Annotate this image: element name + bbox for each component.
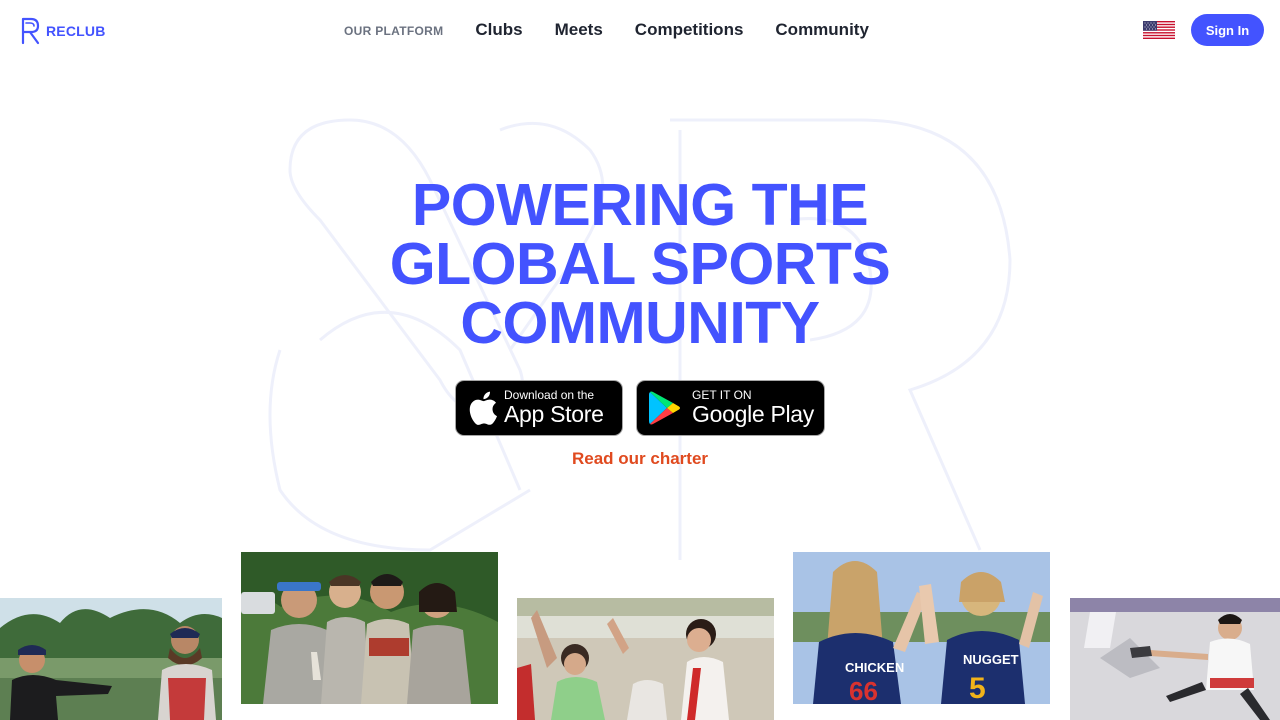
photo-badminton-image — [1070, 598, 1280, 720]
google-play-button[interactable]: GET IT ON Google Play — [636, 380, 825, 436]
photo-rugby-fans-image: CHICKEN NUGGET 66 5 — [793, 552, 1050, 704]
photo-rugby-fans: CHICKEN NUGGET 66 5 — [793, 552, 1050, 704]
us-flag-icon[interactable] — [1143, 21, 1175, 39]
svg-text:5: 5 — [969, 672, 986, 704]
brand-name: RECLUB — [46, 23, 106, 39]
svg-text:66: 66 — [849, 676, 878, 704]
nav-link-community[interactable]: Community — [775, 20, 869, 40]
sign-in-button[interactable]: Sign In — [1191, 14, 1264, 46]
top-navigation-bar: RECLUB OUR PLATFORM Clubs Meets Competit… — [0, 0, 1280, 62]
photo-basketball-image — [517, 598, 774, 720]
photo-muddy-group-image — [241, 552, 498, 704]
nav-section-label: OUR PLATFORM — [344, 24, 444, 38]
page: RECLUB OUR PLATFORM Clubs Meets Competit… — [0, 0, 1280, 720]
hero-title-line-1: POWERING THE — [411, 172, 869, 238]
hero-title-line-2: GLOBAL SPORTS — [389, 231, 891, 297]
photo-badminton-player — [1070, 598, 1280, 720]
google-play-big-label: Google Play — [692, 401, 814, 427]
photo-basketball-highfive — [517, 598, 774, 720]
photo-muddy-group — [241, 552, 498, 704]
jersey-text-chicken: CHICKEN — [845, 660, 904, 675]
google-play-icon — [649, 391, 680, 425]
hero-title-line-3: COMMUNITY — [460, 290, 820, 356]
read-charter-link[interactable]: Read our charter — [540, 449, 740, 469]
brand-logo[interactable]: RECLUB — [20, 17, 106, 45]
photo-frisbee-players — [0, 598, 222, 720]
apple-icon — [469, 391, 497, 425]
hero-title: POWERING THE GLOBAL SPORTS COMMUNITY — [340, 176, 940, 353]
nav-link-meets[interactable]: Meets — [555, 20, 603, 40]
nav-link-competitions[interactable]: Competitions — [635, 20, 744, 40]
nav-link-clubs[interactable]: Clubs — [475, 20, 522, 40]
reclub-logo-icon — [21, 17, 40, 45]
jersey-text-nugget: NUGGET — [963, 652, 1019, 667]
photo-frisbee-image — [0, 598, 222, 720]
app-store-big-label: App Store — [504, 401, 604, 427]
main-nav: OUR PLATFORM Clubs Meets Competitions Co… — [344, 20, 901, 40]
app-store-button[interactable]: Download on the App Store — [455, 380, 623, 436]
